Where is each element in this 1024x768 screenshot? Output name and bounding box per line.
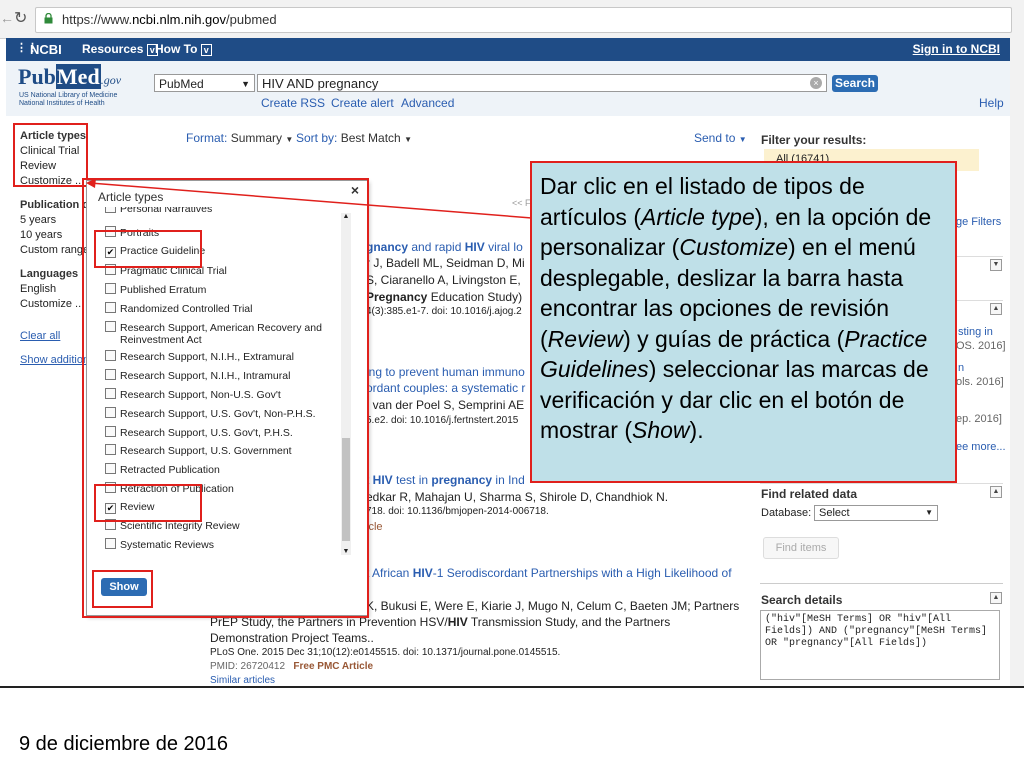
instruction-callout: Dar clic en el listado de tipos de artíc…	[530, 161, 957, 483]
callout-italic-1: Article type	[640, 203, 755, 230]
callout-italic-2: Customize	[679, 234, 788, 260]
browser-window: ← ↻ https://www.ncbi.nlm.nih.gov/pubmed …	[0, 0, 1024, 686]
callout-italic-5: Show	[632, 417, 690, 443]
divider	[0, 686, 1024, 688]
callout-text-6: ).	[689, 417, 704, 443]
callout-italic-3: Review	[547, 325, 624, 352]
page-scrollbar[interactable]	[1010, 38, 1024, 686]
footer-date: 9 de diciembre de 2016	[19, 733, 229, 755]
callout-text-4: ) y guías de práctica (	[623, 325, 845, 352]
